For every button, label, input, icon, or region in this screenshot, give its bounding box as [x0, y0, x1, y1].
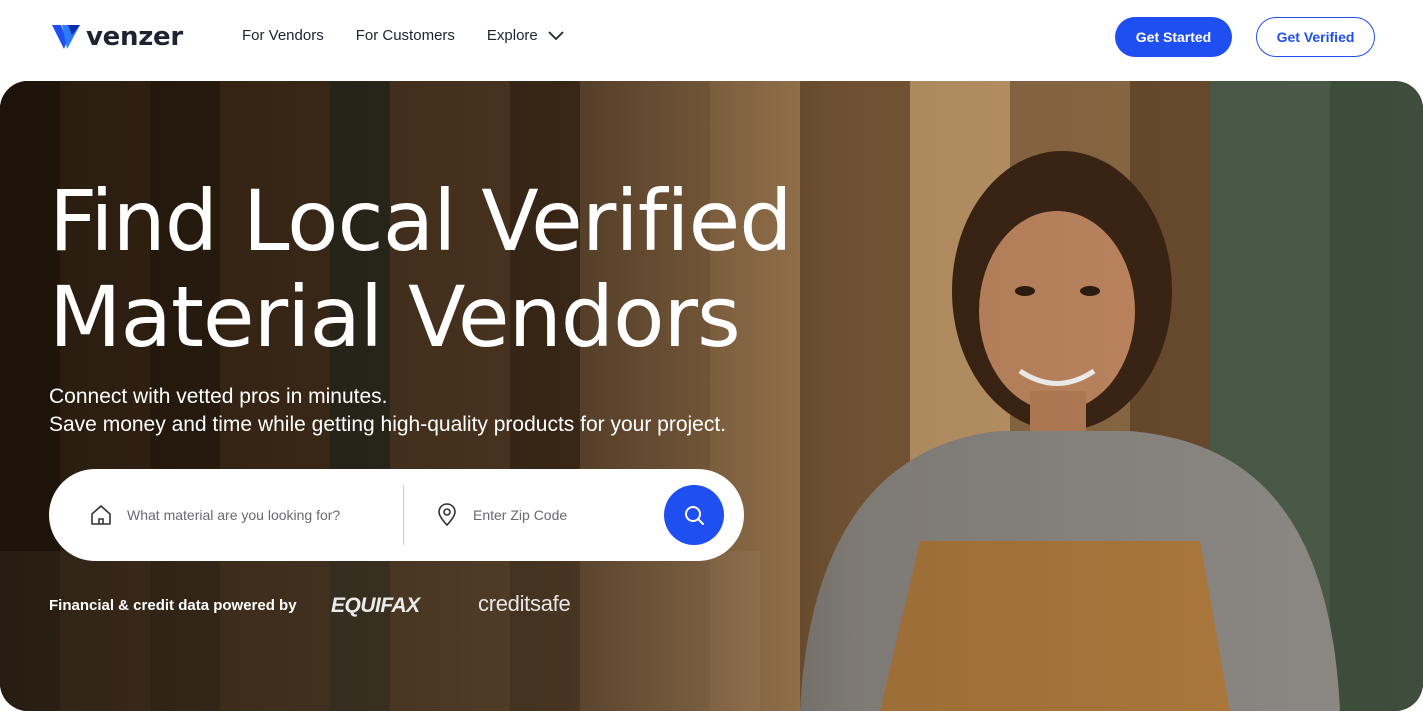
zip-code-field[interactable]: Enter Zip Code — [435, 469, 655, 561]
chevron-down-icon — [548, 30, 564, 40]
nav-link-explore[interactable]: Explore — [487, 27, 564, 44]
hero-title-line-1: Find Local Verified — [49, 172, 793, 270]
material-search-field[interactable]: What material are you looking for? — [89, 469, 389, 561]
material-search-input[interactable]: What material are you looking for? — [127, 507, 340, 523]
zip-code-input[interactable]: Enter Zip Code — [473, 507, 567, 523]
search-bar: What material are you looking for? Enter… — [49, 469, 744, 561]
hero-subtitle-line-2: Save money and time while getting high-q… — [49, 413, 727, 436]
partners-label: Financial & credit data powered by — [49, 597, 297, 614]
hero-title-line-2: Material Vendors — [49, 268, 741, 366]
venzer-logo-icon — [52, 25, 80, 49]
search-icon — [685, 506, 704, 525]
top-navbar: venzer For Vendors For Customers Explore… — [0, 0, 1423, 80]
equifax-logo: EQUIFAX — [331, 594, 420, 617]
search-submit-button[interactable] — [664, 485, 724, 545]
hero-subtitle-line-1: Connect with vetted pros in minutes. — [49, 385, 388, 408]
nav-link-label: Explore — [486, 27, 538, 44]
get-started-button[interactable]: Get Started — [1115, 17, 1232, 57]
hero-title: Find Local Verified Material Vendors — [49, 172, 793, 366]
home-icon — [91, 505, 111, 525]
nav-link-for-vendors[interactable]: For Vendors — [242, 27, 324, 44]
hero-section: Find Local Verified Material Vendors Con… — [0, 81, 1423, 711]
nav-links: For Vendors For Customers Explore — [242, 27, 564, 44]
map-pin-icon — [438, 503, 456, 527]
hero-subtitle: Connect with vetted pros in minutes. Sav… — [49, 383, 726, 439]
nav-link-label: For Customers — [355, 27, 455, 44]
search-divider — [403, 485, 404, 545]
venzer-logo[interactable]: venzer — [52, 22, 183, 52]
nav-link-label: For Vendors — [242, 27, 324, 44]
creditsafe-logo: creditsafe — [478, 591, 571, 616]
brand-name: venzer — [86, 22, 183, 52]
get-verified-button[interactable]: Get Verified — [1256, 17, 1375, 57]
nav-link-for-customers[interactable]: For Customers — [356, 27, 455, 44]
